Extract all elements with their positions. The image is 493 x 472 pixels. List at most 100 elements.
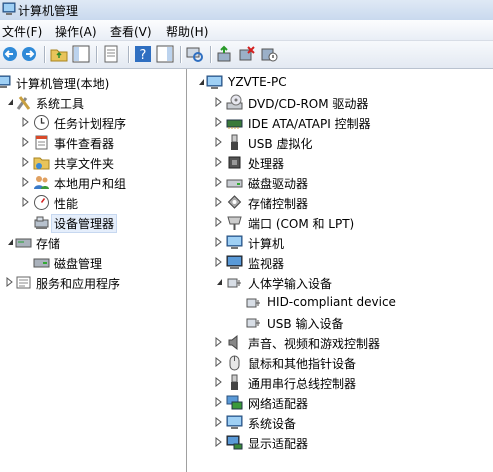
disk-management-icon <box>33 258 50 268</box>
device-category-system-devices[interactable]: 系统设备 <box>188 413 493 433</box>
expand-arrow-icon[interactable] <box>21 197 30 207</box>
expand-arrow-icon[interactable] <box>214 337 223 347</box>
expand-arrow-icon[interactable] <box>214 437 223 447</box>
device-category-label: 显示适配器 <box>248 437 309 451</box>
tree-item-shared-folders[interactable]: 共享文件夹 <box>0 153 186 173</box>
expand-arrow-icon[interactable] <box>21 117 30 127</box>
tree-item-device-manager[interactable]: 设备管理器 <box>0 213 186 233</box>
expand-arrow-icon[interactable] <box>214 197 223 207</box>
device-item-label: USB 输入设备 <box>267 317 344 331</box>
update-driver-icon[interactable] <box>216 45 234 63</box>
device-category-processors[interactable]: 处理器 <box>188 153 493 173</box>
shared-folder-icon <box>33 157 50 170</box>
tree-item-disk-management[interactable]: 磁盘管理 <box>0 253 186 273</box>
device-category-disk-drives[interactable]: 磁盘驱动器 <box>188 173 493 193</box>
mouse-icon <box>229 355 240 371</box>
forward-icon[interactable] <box>20 45 38 63</box>
disk-drive-icon <box>226 179 243 188</box>
tree-item-local-users-groups[interactable]: 本地用户和组 <box>0 173 186 193</box>
device-item-hid-compliant[interactable]: HID-compliant device <box>188 293 493 313</box>
expand-arrow-icon[interactable] <box>214 237 223 247</box>
device-category-label: 通用串行总线控制器 <box>248 377 357 391</box>
expand-arrow-icon[interactable] <box>214 177 223 187</box>
expand-arrow-icon[interactable] <box>21 157 30 167</box>
expand-arrow-icon[interactable] <box>214 357 223 367</box>
tree-item-system-tools[interactable]: 系统工具 <box>0 93 186 113</box>
device-category-label: 处理器 <box>248 157 285 171</box>
usb-icon <box>231 134 238 150</box>
device-category-computer[interactable]: 计算机 <box>188 233 493 253</box>
up-folder-icon[interactable] <box>50 45 68 63</box>
tree-label: 任务计划程序 <box>54 117 127 131</box>
tree-root-computer-management[interactable]: 计算机管理(本地) <box>0 73 186 93</box>
device-tree-root[interactable]: YZVTE-PC <box>188 73 493 93</box>
expand-arrow-icon[interactable] <box>21 137 30 147</box>
port-icon <box>227 216 242 230</box>
tree-item-task-scheduler[interactable]: 任务计划程序 <box>0 113 186 133</box>
display-adapter-icon <box>226 435 243 450</box>
help-icon[interactable]: ? <box>134 45 152 63</box>
menu-help[interactable]: 帮助(H) <box>166 23 208 40</box>
device-category-storage-controllers[interactable]: 存储控制器 <box>188 193 493 213</box>
expand-arrow-icon[interactable] <box>214 257 223 267</box>
expand-arrow-icon[interactable] <box>21 177 30 187</box>
tree-item-performance[interactable]: 性能 <box>0 193 186 213</box>
tree-label: 设备管理器 <box>50 214 118 233</box>
device-category-dvd-cdrom[interactable]: DVD/CD-ROM 驱动器 <box>188 93 493 113</box>
show-hide-tree-icon[interactable] <box>72 45 90 63</box>
device-category-monitors[interactable]: 监视器 <box>188 253 493 273</box>
monitor-icon <box>226 255 243 269</box>
uninstall-icon[interactable] <box>238 45 256 63</box>
expand-arrow-icon[interactable] <box>214 97 223 107</box>
computer-management-icon <box>0 75 11 88</box>
menu-action[interactable]: 操作(A) <box>55 23 97 40</box>
collapse-arrow-icon[interactable] <box>5 237 14 247</box>
tree-label: 磁盘管理 <box>54 257 103 271</box>
device-category-mice[interactable]: 鼠标和其他指针设备 <box>188 353 493 373</box>
expand-arrow-icon[interactable] <box>214 377 223 387</box>
performance-icon <box>34 195 49 210</box>
expand-arrow-icon[interactable] <box>214 417 223 427</box>
processor-icon <box>228 156 241 169</box>
menu-bar: 文件(F) 操作(A) 查看(V) 帮助(H) <box>0 20 493 41</box>
menu-file[interactable]: 文件(F) <box>2 23 42 40</box>
scan-hardware-icon[interactable] <box>186 45 204 63</box>
collapse-arrow-icon[interactable] <box>5 97 14 107</box>
disable-icon[interactable] <box>260 45 278 63</box>
storage-controller-icon <box>227 195 242 209</box>
device-category-ports[interactable]: 端口 (COM 和 LPT) <box>188 213 493 233</box>
device-category-network-adapters[interactable]: 网络适配器 <box>188 393 493 413</box>
network-icon <box>226 395 243 410</box>
device-category-ide-ata[interactable]: IDE ATA/ATAPI 控制器 <box>188 113 493 133</box>
tree-item-services-applications[interactable]: 服务和应用程序 <box>0 273 186 293</box>
device-category-label: 存储控制器 <box>248 197 309 211</box>
collapse-arrow-icon[interactable] <box>214 277 223 287</box>
device-category-label: 声音、视频和游戏控制器 <box>248 337 381 351</box>
expand-arrow-icon[interactable] <box>214 137 223 147</box>
expand-arrow-icon[interactable] <box>214 397 223 407</box>
device-category-label: DVD/CD-ROM 驱动器 <box>248 97 369 111</box>
device-category-usb-virtualization[interactable]: USB 虚拟化 <box>188 133 493 153</box>
svg-text:?: ? <box>140 48 147 63</box>
expand-arrow-icon[interactable] <box>214 117 223 127</box>
menu-view[interactable]: 查看(V) <box>110 23 152 40</box>
tools-icon <box>16 96 31 110</box>
tree-label: 存储 <box>36 237 61 251</box>
device-category-display-adapters[interactable]: 显示适配器 <box>188 433 493 453</box>
collapse-arrow-icon[interactable] <box>196 77 205 87</box>
device-category-sound-video-game[interactable]: 声音、视频和游戏控制器 <box>188 333 493 353</box>
back-icon[interactable] <box>1 45 19 63</box>
device-tree: YZVTE-PC DVD/CD-ROM 驱动器 IDE ATA/ATAPI 控制… <box>188 69 493 472</box>
tree-label: 共享文件夹 <box>54 157 115 171</box>
expand-arrow-icon[interactable] <box>5 277 14 287</box>
expand-arrow-icon[interactable] <box>214 157 223 167</box>
export-list-icon[interactable] <box>102 45 120 63</box>
hid-device-icon <box>246 318 260 328</box>
tree-item-storage[interactable]: 存储 <box>0 233 186 253</box>
device-item-usb-input[interactable]: USB 输入设备 <box>188 313 493 333</box>
device-category-hid[interactable]: 人体学输入设备 <box>188 273 493 293</box>
tree-item-event-viewer[interactable]: 事件查看器 <box>0 133 186 153</box>
expand-arrow-icon[interactable] <box>214 217 223 227</box>
action-pane-icon[interactable] <box>156 45 174 63</box>
device-category-usb-controllers[interactable]: 通用串行总线控制器 <box>188 373 493 393</box>
